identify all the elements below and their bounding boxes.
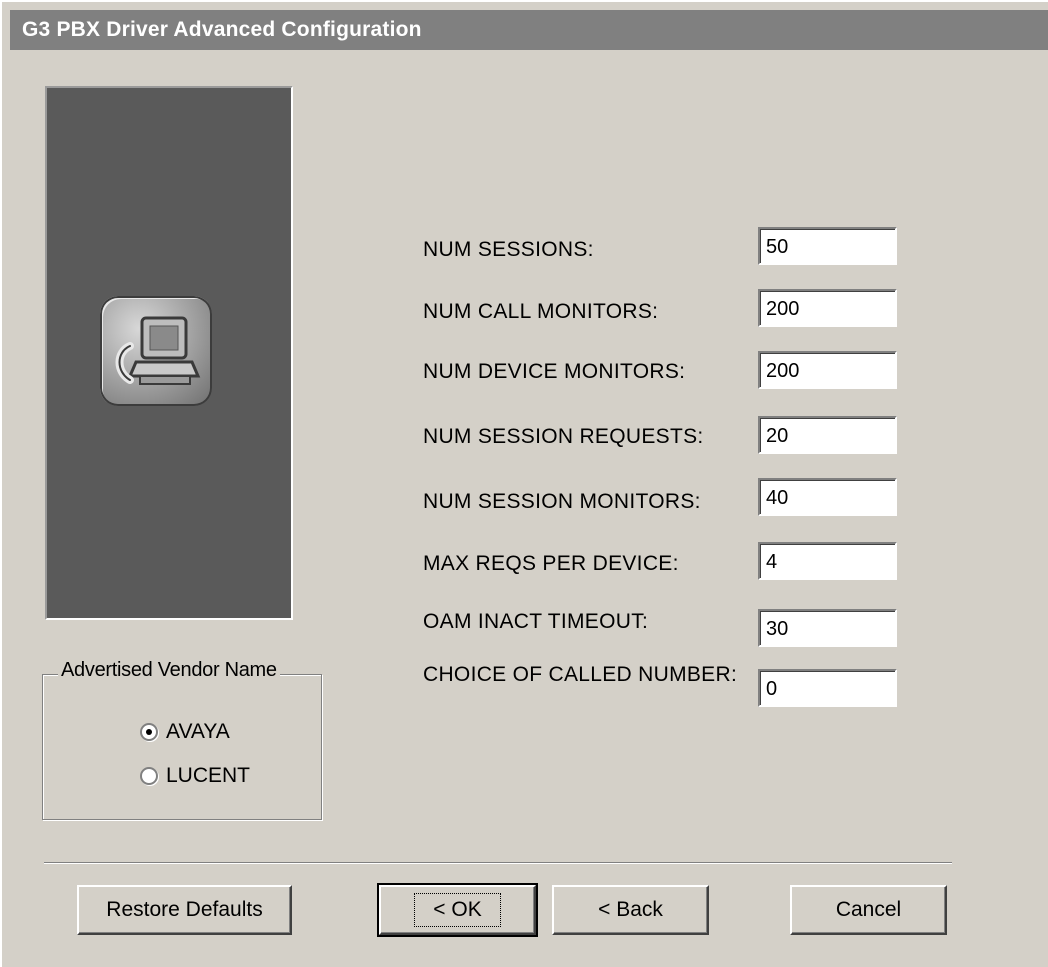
num-device-monitors-label: NUM DEVICE MONITORS: bbox=[423, 360, 686, 383]
num-sessions-input[interactable] bbox=[758, 227, 897, 265]
choice-of-called-number-label: CHOICE OF CALLED NUMBER: bbox=[423, 663, 738, 686]
button-separator bbox=[44, 862, 952, 864]
radio-lucent-label: LUCENT bbox=[166, 764, 251, 787]
radio-lucent[interactable]: LUCENT bbox=[140, 761, 250, 791]
radio-checked-icon[interactable] bbox=[140, 723, 158, 741]
back-button[interactable]: < Back bbox=[552, 885, 709, 935]
num-session-requests-label: NUM SESSION REQUESTS: bbox=[423, 425, 704, 448]
choice-of-called-number-input[interactable] bbox=[758, 669, 897, 707]
radio-unchecked-icon[interactable] bbox=[140, 767, 158, 785]
telephone-computer-icon bbox=[100, 296, 212, 406]
num-session-requests-input[interactable] bbox=[758, 416, 897, 454]
radio-avaya[interactable]: AVAYA bbox=[140, 717, 230, 747]
side-image-panel bbox=[45, 86, 293, 620]
cancel-label: Cancel bbox=[835, 898, 902, 921]
dialog-window: G3 PBX Driver Advanced Configuration Adv… bbox=[0, 0, 1048, 967]
window-title: G3 PBX Driver Advanced Configuration bbox=[22, 18, 422, 41]
radio-avaya-label: AVAYA bbox=[166, 720, 230, 743]
num-call-monitors-input[interactable] bbox=[758, 289, 897, 327]
num-session-monitors-input[interactable] bbox=[758, 478, 897, 516]
oam-inact-timeout-input[interactable] bbox=[758, 609, 897, 647]
ok-label: < OK bbox=[414, 893, 501, 927]
num-device-monitors-input[interactable] bbox=[758, 351, 897, 389]
max-reqs-per-device-label: MAX REQS PER DEVICE: bbox=[423, 552, 679, 575]
num-session-monitors-label: NUM SESSION MONITORS: bbox=[423, 490, 701, 513]
vendor-name-group-label: Advertised Vendor Name bbox=[58, 658, 280, 682]
num-call-monitors-label: NUM CALL MONITORS: bbox=[423, 300, 659, 323]
back-label: < Back bbox=[598, 898, 663, 921]
restore-defaults-button[interactable]: Restore Defaults bbox=[77, 885, 292, 935]
max-reqs-per-device-input[interactable] bbox=[758, 542, 897, 580]
restore-defaults-label: Restore Defaults bbox=[106, 898, 263, 921]
num-sessions-label: NUM SESSIONS: bbox=[423, 238, 594, 261]
oam-inact-timeout-label: OAM INACT TIMEOUT: bbox=[423, 610, 649, 633]
vendor-name-groupbox bbox=[42, 674, 322, 820]
ok-button[interactable]: < OK bbox=[377, 883, 538, 937]
title-bar[interactable]: G3 PBX Driver Advanced Configuration bbox=[10, 10, 1048, 50]
cancel-button[interactable]: Cancel bbox=[790, 885, 947, 935]
